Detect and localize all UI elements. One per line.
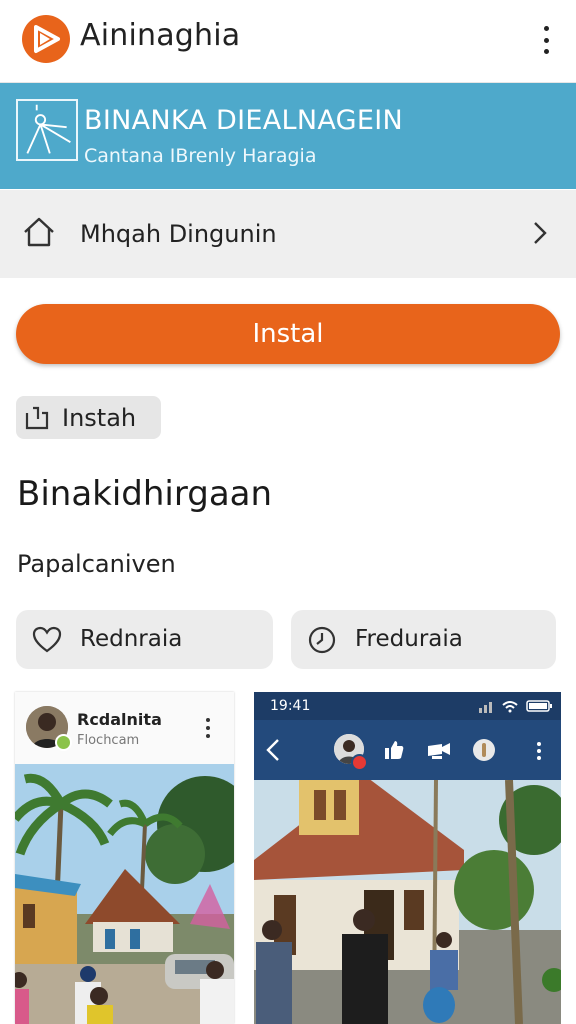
back-icon[interactable]: [266, 738, 280, 762]
chat-more-icon[interactable]: [536, 742, 542, 760]
heart-icon: [32, 626, 62, 653]
app-bar: Aininaghia: [0, 0, 576, 83]
post-header: Rcdalnita Flochcam: [15, 692, 234, 764]
video-icon[interactable]: [426, 738, 452, 762]
chat-screen-card[interactable]: 19:41: [254, 692, 561, 1024]
post-author-subtitle: Flochcam: [77, 733, 140, 748]
history-button[interactable]: Freduraia: [291, 610, 556, 669]
install-button[interactable]: Instal: [16, 304, 560, 364]
install-chip[interactable]: Instah: [16, 396, 161, 439]
online-badge: [55, 734, 72, 751]
favorite-label: Rednraia: [80, 626, 183, 652]
chip-label: Instah: [62, 404, 137, 432]
notification-badge: [351, 754, 368, 771]
share-icon: [25, 406, 49, 430]
banner-subtitle: Cantana IBrenly Haragia: [84, 145, 317, 167]
profile-icon[interactable]: [472, 738, 496, 762]
section-subtitle: Papalcaniven: [17, 550, 176, 578]
status-time: 19:41: [270, 698, 311, 714]
village-photo: [15, 764, 234, 1024]
status-bar: 19:41: [254, 692, 561, 720]
chat-toolbar: [254, 720, 561, 780]
banner-logo-icon: [16, 99, 78, 161]
status-icons: [479, 700, 552, 713]
post-card[interactable]: Rcdalnita Flochcam: [15, 692, 234, 1024]
house-photo: [254, 780, 561, 1024]
banner-title: BINANKA DIEALNAGEIN: [84, 105, 403, 136]
more-options-icon[interactable]: [540, 26, 552, 54]
app-logo-icon: [22, 15, 70, 63]
favorite-button[interactable]: Rednraia: [16, 610, 273, 669]
chevron-right-icon: [534, 222, 547, 244]
post-author-name: Rcdalnita: [77, 710, 162, 729]
post-more-icon[interactable]: [205, 718, 211, 738]
section-title: Binakidhirgaan: [17, 474, 273, 514]
app-banner: BINANKA DIEALNAGEIN Cantana IBrenly Hara…: [0, 83, 576, 189]
app-title: Aininaghia: [80, 18, 241, 53]
history-label: Freduraia: [355, 626, 463, 652]
home-nav-row[interactable]: Mhqah Dingunin: [0, 190, 576, 278]
nav-label: Mhqah Dingunin: [80, 220, 277, 248]
thumbs-up-icon[interactable]: [382, 738, 406, 762]
home-icon: [24, 217, 54, 247]
clock-icon: [308, 626, 336, 654]
